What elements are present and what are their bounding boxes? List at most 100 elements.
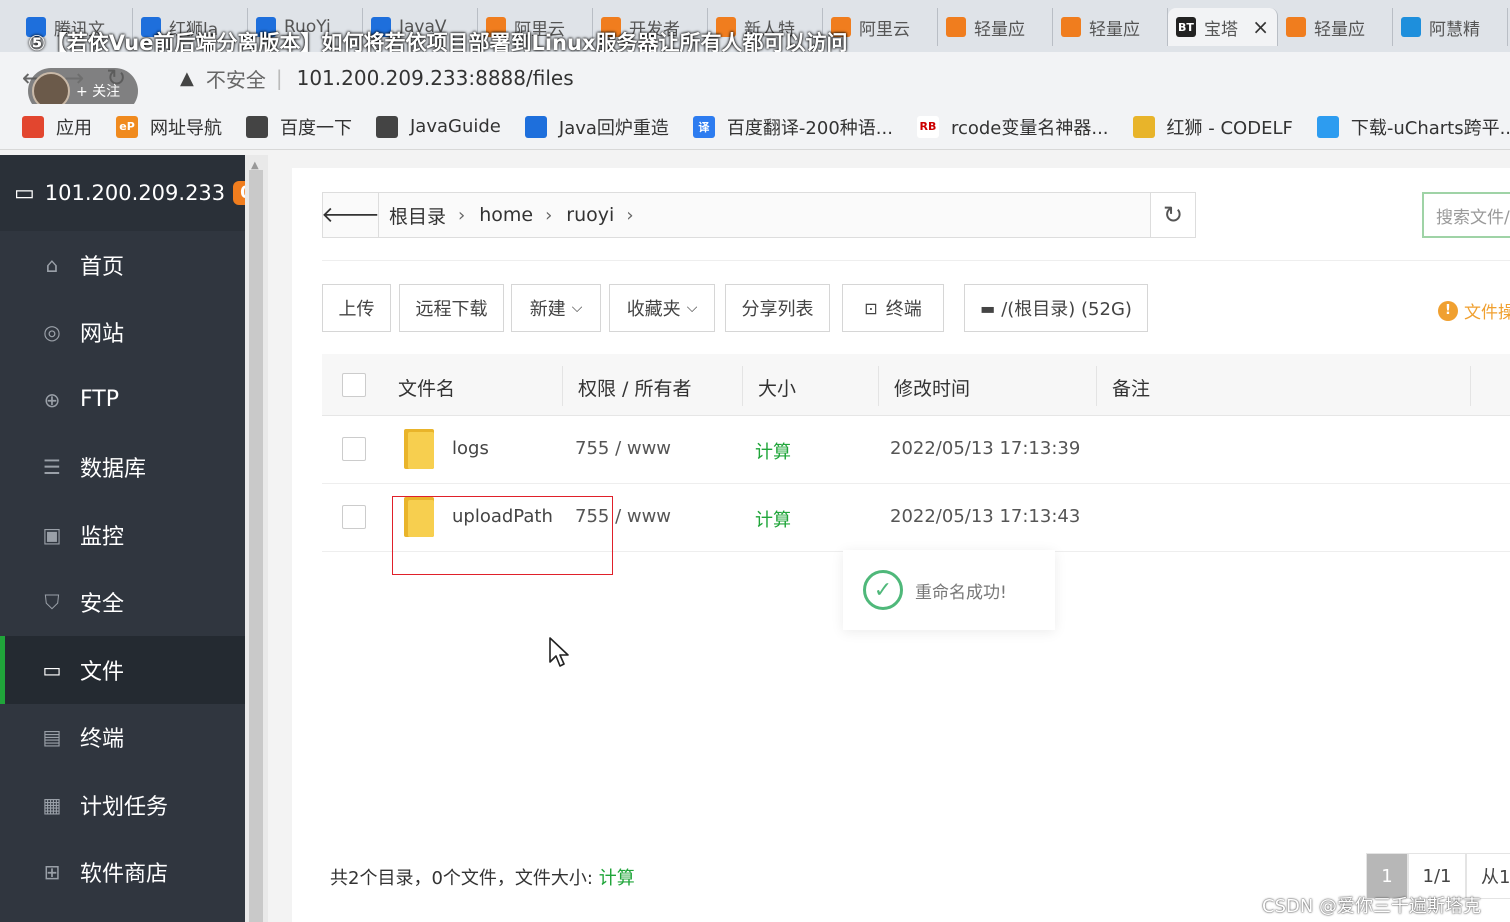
terminal-button[interactable]: ⊡ 终端 <box>842 284 944 332</box>
bookmark-item[interactable]: 译百度翻译-200种语... <box>692 114 893 140</box>
address-bar: ← → ↻ ▲ 不安全 | 101.200.209.233:8888/files <box>0 52 1510 104</box>
refresh-icon[interactable]: ↻ <box>1150 192 1196 238</box>
upload-button[interactable]: 上传 <box>322 284 391 332</box>
bookmark-label: Java回炉重造 <box>558 117 669 139</box>
bookmark-item[interactable]: 百度一下 <box>246 114 352 140</box>
ftp-icon: ⊕ <box>43 387 61 412</box>
sidebar-item[interactable]: ◎ 网站 <box>0 299 245 367</box>
sidebar-item[interactable]: ▦ 计划任务 <box>0 771 245 839</box>
chevron-right-icon: › <box>626 204 634 226</box>
file-name[interactable]: logs <box>452 438 489 459</box>
browser-tab[interactable]: 轻量应 <box>1278 8 1393 46</box>
breadcrumb-item[interactable]: home <box>479 204 533 226</box>
favorites-dropdown-button[interactable]: 收藏夹 ⌵ <box>609 284 715 332</box>
browser-tab[interactable]: 轻量应 <box>1053 8 1168 46</box>
bookmark-item[interactable]: Java回炉重造 <box>524 114 669 140</box>
warning-icon: ▲ <box>180 67 194 89</box>
table-row[interactable]: logs 755 / www 计算 2022/05/13 17:13:39 <box>322 416 1510 484</box>
globe-icon: ◎ <box>43 320 61 345</box>
permission-owner[interactable]: 755 / www <box>575 438 671 459</box>
browser-tab[interactable]: BT 宝塔 × <box>1168 8 1278 46</box>
sidebar-item-label: 终端 <box>80 727 125 753</box>
breadcrumb: 根目录 › home › ruoyi › <box>379 202 638 229</box>
scrollbar-thumb[interactable] <box>249 170 263 922</box>
column-divider <box>878 366 879 406</box>
apps-icon: ⊞ <box>43 860 61 885</box>
aliyun-icon <box>1286 17 1306 37</box>
folder-icon: ▭ <box>42 657 62 682</box>
bookmark-item[interactable]: 红狮 - CODELF <box>1132 114 1293 140</box>
search-input[interactable]: 搜索文件/ <box>1422 192 1510 238</box>
modified-time: 2022/05/13 17:13:43 <box>890 506 1081 527</box>
sidebar-item[interactable]: ⛉ 安全 <box>0 569 245 637</box>
url-text: 101.200.209.233:8888/files <box>296 66 574 90</box>
browser-tab[interactable]: 轻量应 <box>938 8 1053 46</box>
terminal-label: 终端 <box>885 299 922 320</box>
home-icon: ⌂ <box>45 252 59 277</box>
header-permission-owner[interactable]: 权限 / 所有者 <box>578 374 691 401</box>
url-field[interactable]: ▲ 不安全 | 101.200.209.233:8888/files <box>160 58 1500 98</box>
sidebar-item[interactable]: ⊞ 软件商店 <box>0 839 245 907</box>
breadcrumb-item[interactable]: ruoyi <box>566 204 614 226</box>
ucharts-icon <box>1316 115 1339 138</box>
sidebar: ▭ 101.200.209.233 0 ⌂ 首页 ◎ 网站 ⊕ FTP ☰ 数据库 ▣ 监控 ⛉ 安全… <box>0 155 259 922</box>
row-checkbox[interactable] <box>342 505 366 529</box>
modified-time: 2022/05/13 17:13:39 <box>890 438 1081 459</box>
sidebar-item[interactable]: ⊕ FTP <box>0 366 245 434</box>
server-ip: 101.200.209.233 <box>44 181 226 205</box>
database-icon: ☰ <box>43 455 61 480</box>
rename-success-toast: ✓ 重命名成功! <box>843 550 1055 630</box>
browser-tab[interactable]: 阿慧精 <box>1393 8 1508 46</box>
bookmark-label: 下载-uCharts跨平... <box>1350 117 1510 139</box>
sidebar-item[interactable]: ▭ 文件 <box>0 636 245 704</box>
size-calc-link[interactable]: 计算 <box>755 506 791 532</box>
tab-label: 轻量应 <box>1089 19 1140 40</box>
rb-icon: RB <box>916 115 939 138</box>
total-size-calc-link[interactable]: 计算 <box>599 868 635 889</box>
new-dropdown-button[interactable]: 新建 ⌵ <box>511 284 601 332</box>
header-size[interactable]: 大小 <box>758 374 796 401</box>
breadcrumb-item[interactable]: 根目录 <box>389 202 446 229</box>
share-list-button[interactable]: 分享列表 <box>725 284 830 332</box>
folder-icon <box>404 429 434 469</box>
globe-icon <box>376 115 398 138</box>
size-calc-link[interactable]: 计算 <box>755 438 791 464</box>
sidebar-item[interactable]: ☰ 数据库 <box>0 434 245 502</box>
sidebar-item[interactable]: ▣ 监控 <box>0 501 245 569</box>
header-filename[interactable]: 文件名 <box>398 374 455 401</box>
chevron-right-icon: › <box>545 204 553 226</box>
red-highlight-annotation <box>392 496 613 575</box>
bt-icon: BT <box>1176 17 1196 37</box>
terminal-icon: ⊡ <box>864 298 878 318</box>
bookmark-item[interactable]: RB rcode变量名神器... <box>916 114 1109 140</box>
globe-icon <box>246 115 268 138</box>
close-icon[interactable]: × <box>1252 15 1269 39</box>
info-icon: ! <box>1438 300 1458 321</box>
bookmark-item[interactable]: JavaGuide <box>376 115 501 138</box>
chevron-down-icon: ⌵ <box>571 300 583 316</box>
bookmark-label: 百度一下 <box>280 117 352 139</box>
translate-icon: 译 <box>692 115 715 138</box>
sidebar-item-label: 监控 <box>80 524 125 550</box>
path-back-arrow-icon[interactable]: 🡐 <box>321 193 380 237</box>
disk-label: /(根目录) (52G) <box>1001 299 1132 320</box>
column-divider <box>1096 366 1097 406</box>
sidebar-item-label: 数据库 <box>80 457 147 483</box>
bookmark-item[interactable]: eP 网址导航 <box>116 114 222 140</box>
remote-download-button[interactable]: 远程下载 <box>399 284 504 332</box>
disk-icon: ▬ <box>980 298 996 318</box>
select-all-checkbox[interactable] <box>342 373 366 397</box>
disk-button[interactable]: ▬/(根目录) (52G) <box>964 284 1148 332</box>
tab-label: 轻量应 <box>974 19 1025 40</box>
header-modified-time[interactable]: 修改时间 <box>894 374 970 401</box>
sidebar-item[interactable]: ▤ 终端 <box>0 704 245 772</box>
file-ops-hint[interactable]: ! 文件操 <box>1438 298 1510 323</box>
bookmark-item[interactable]: 应用 <box>22 114 92 140</box>
sidebar-item[interactable]: ⌂ 首页 <box>0 231 245 299</box>
scroll-up-arrow-icon[interactable]: ▲ <box>251 160 259 171</box>
watermark: CSDN @爱你三千遍斯塔克 <box>1262 896 1482 917</box>
bookmark-item[interactable]: 下载-uCharts跨平... <box>1316 114 1510 140</box>
doc-icon <box>524 115 547 138</box>
chevron-down-icon: ⌵ <box>686 300 698 316</box>
row-checkbox[interactable] <box>342 437 366 461</box>
